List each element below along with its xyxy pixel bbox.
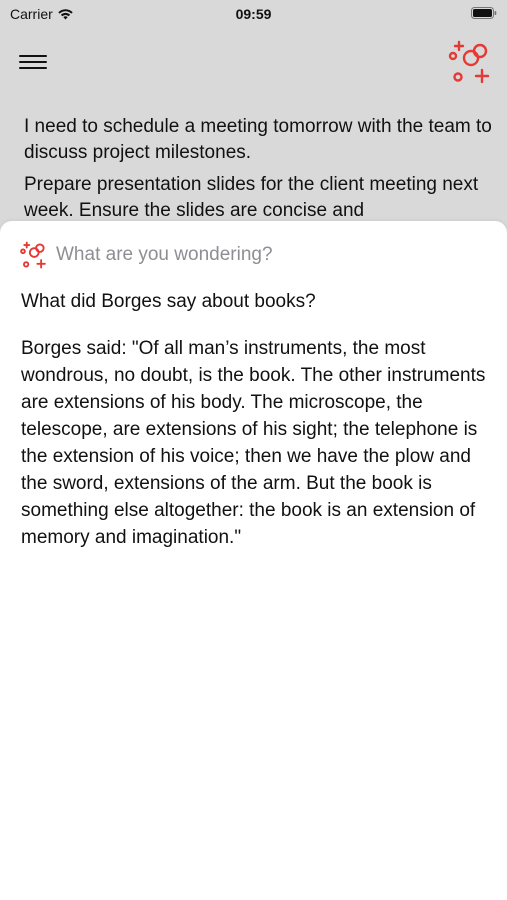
- status-time: 09:59: [235, 6, 272, 22]
- ask-sheet: What did Borges say about books? Borges …: [0, 221, 507, 900]
- sparkle-circles-icon: [20, 241, 46, 269]
- notes-list: I need to schedule a meeting tomorrow wi…: [24, 114, 494, 230]
- menu-button[interactable]: [14, 48, 52, 76]
- battery-icon: [471, 7, 497, 19]
- sparkle-circles-icon[interactable]: [445, 38, 493, 86]
- search-input[interactable]: [56, 244, 476, 266]
- search-bar[interactable]: [18, 239, 488, 271]
- question-text: What did Borges say about books?: [21, 291, 316, 312]
- status-bar: Carrier 09:59: [0, 0, 507, 28]
- hamburger-menu-icon: [19, 55, 47, 69]
- answer-text: Borges said: "Of all man’s instruments, …: [21, 338, 486, 548]
- note-item[interactable]: I need to schedule a meeting tomorrow wi…: [24, 114, 494, 166]
- note-item[interactable]: Prepare presentation slides for the clie…: [24, 172, 494, 224]
